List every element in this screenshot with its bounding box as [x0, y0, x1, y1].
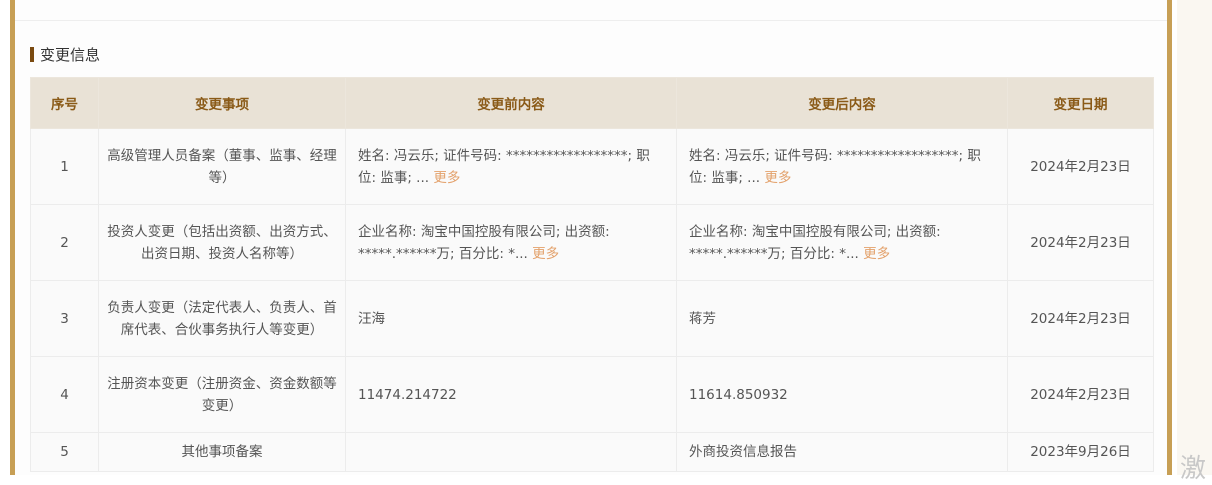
header-after: 变更后内容: [676, 77, 1008, 129]
row-after: 11614.850932: [676, 356, 1008, 433]
after-text: 姓名: 冯云乐; 证件号码: ******************; 职位: 监…: [689, 147, 981, 186]
row-date: 2024年2月23日: [1007, 204, 1154, 281]
more-link[interactable]: 更多: [764, 170, 791, 186]
table-row: 3 负责人变更（法定代表人、负责人、首席代表、合伙事务执行人等变更） 汪海 蒋芳…: [30, 280, 1154, 357]
row-before: 汪海: [345, 280, 677, 357]
row-date: 2023年9月26日: [1007, 432, 1154, 472]
row-index: 3: [30, 280, 99, 357]
row-item: 投资人变更（包括出资额、出资方式、出资日期、投资人名称等）: [98, 204, 346, 281]
header-item: 变更事项: [98, 77, 346, 129]
table-row: 4 注册资本变更（注册资金、资金数额等变更） 11474.214722 1161…: [30, 356, 1154, 433]
more-link[interactable]: 更多: [863, 246, 890, 262]
row-date: 2024年2月23日: [1007, 280, 1154, 357]
row-item: 高级管理人员备案（董事、监事、经理等）: [98, 128, 346, 205]
row-after: 企业名称: 淘宝中国控股有限公司; 出资额: *****.******万; 百分…: [676, 204, 1008, 281]
before-text: 姓名: 冯云乐; 证件号码: ******************; 职位: 监…: [358, 147, 650, 186]
header-index: 序号: [30, 77, 99, 129]
row-index: 2: [30, 204, 99, 281]
row-after: 外商投资信息报告: [676, 432, 1008, 472]
row-item: 注册资本变更（注册资金、资金数额等变更）: [98, 356, 346, 433]
header-before: 变更前内容: [345, 77, 677, 129]
table-row: 2 投资人变更（包括出资额、出资方式、出资日期、投资人名称等） 企业名称: 淘宝…: [30, 204, 1154, 281]
change-info-table: 序号 变更事项 变更前内容 变更后内容 变更日期 1 高级管理人员备案（董事、监…: [30, 77, 1154, 472]
row-before: [345, 432, 677, 472]
table-row: 1 高级管理人员备案（董事、监事、经理等） 姓名: 冯云乐; 证件号码: ***…: [30, 128, 1154, 205]
title-accent-bar: [30, 46, 34, 62]
row-item: 负责人变更（法定代表人、负责人、首席代表、合伙事务执行人等变更）: [98, 280, 346, 357]
after-text: 企业名称: 淘宝中国控股有限公司; 出资额: *****.******万; 百分…: [689, 223, 941, 262]
row-before: 姓名: 冯云乐; 证件号码: ******************; 职位: 监…: [345, 128, 677, 205]
section-title: 变更信息: [40, 45, 101, 64]
table-header-row: 序号 变更事项 变更前内容 变更后内容 变更日期: [30, 77, 1154, 129]
row-index: 4: [30, 356, 99, 433]
row-date: 2024年2月23日: [1007, 128, 1154, 205]
more-link[interactable]: 更多: [433, 170, 460, 186]
right-side-panel: [1177, 0, 1212, 475]
before-text: 企业名称: 淘宝中国控股有限公司; 出资额: *****.******万; 百分…: [358, 223, 610, 262]
row-item: 其他事项备案: [98, 432, 346, 472]
top-strip: [15, 0, 1167, 21]
content-panel: 变更信息 序号 变更事项 变更前内容 变更后内容 变更日期 1 高级管理人员备案…: [10, 0, 1172, 475]
header-date: 变更日期: [1007, 77, 1154, 129]
row-index: 5: [30, 432, 99, 472]
row-date: 2024年2月23日: [1007, 356, 1154, 433]
table-row: 5 其他事项备案 外商投资信息报告 2023年9月26日: [30, 432, 1154, 472]
row-index: 1: [30, 128, 99, 205]
row-after: 蒋芳: [676, 280, 1008, 357]
side-watermark-glyph: 激: [1180, 454, 1207, 484]
section-header: 变更信息: [30, 44, 100, 64]
row-after: 姓名: 冯云乐; 证件号码: ******************; 职位: 监…: [676, 128, 1008, 205]
more-link[interactable]: 更多: [532, 246, 559, 262]
row-before: 企业名称: 淘宝中国控股有限公司; 出资额: *****.******万; 百分…: [345, 204, 677, 281]
row-before: 11474.214722: [345, 356, 677, 433]
